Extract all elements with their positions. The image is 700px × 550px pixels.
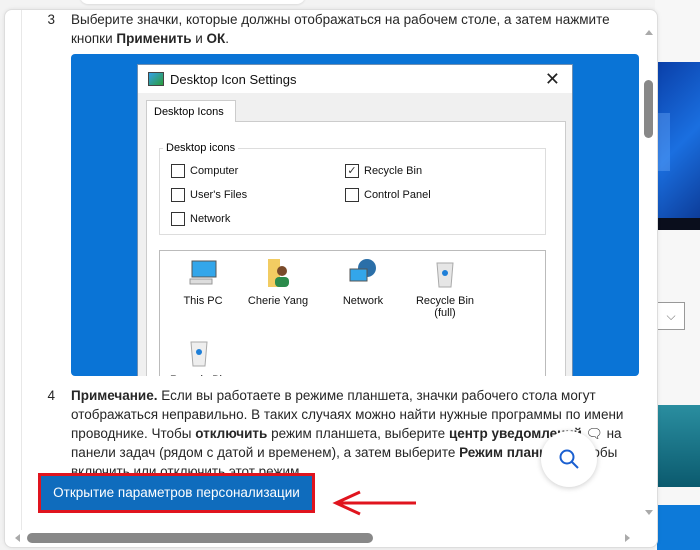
scroll-down-arrow-icon[interactable] bbox=[645, 510, 653, 515]
background-ocean-image bbox=[657, 405, 700, 487]
checkbox-computer: Computer bbox=[171, 164, 238, 178]
scroll-left-arrow-icon[interactable] bbox=[15, 534, 20, 542]
recycle-bin-full-icon bbox=[436, 262, 454, 288]
network-globe-icon bbox=[349, 259, 376, 282]
checkbox-users-files: User's Files bbox=[171, 188, 247, 202]
screenshot-image: Desktop Icon Settings ✕ Desktop Icons De… bbox=[71, 54, 639, 376]
background-image-edge bbox=[657, 218, 700, 230]
tab-desktop-icons: Desktop Icons bbox=[146, 100, 236, 122]
red-arrow-annotation bbox=[332, 490, 416, 516]
step-number: 3 bbox=[47, 12, 55, 27]
background-windows-logo bbox=[658, 113, 670, 171]
scroll-thumb[interactable] bbox=[27, 533, 373, 543]
vertical-scrollbar[interactable] bbox=[642, 20, 656, 530]
dialog-titlebar: Desktop Icon Settings ✕ bbox=[138, 65, 572, 93]
desktop-icon-recycle-empty: Recycle Bin bbox=[164, 336, 234, 376]
desktop-icon-user: Cherie Yang bbox=[243, 257, 313, 307]
desktop-icon-settings-dialog: Desktop Icon Settings ✕ Desktop Icons De… bbox=[137, 64, 573, 376]
desktop-icon-network: Network bbox=[328, 257, 398, 307]
step-text: Выберите значки, которые должны отобража… bbox=[71, 12, 610, 46]
panel-divider bbox=[21, 10, 22, 530]
monitor-icon bbox=[189, 260, 217, 285]
close-icon: ✕ bbox=[544, 68, 560, 89]
group-label: Desktop icons bbox=[163, 142, 239, 154]
checkbox-network: Network bbox=[171, 212, 230, 226]
recycle-bin-empty-icon bbox=[190, 341, 208, 367]
background-blue-tile bbox=[657, 505, 700, 550]
desktop-icon-this-pc: This PC bbox=[168, 257, 238, 307]
scroll-right-arrow-icon[interactable] bbox=[625, 534, 630, 542]
background-dropdown[interactable]: ⌵ bbox=[657, 302, 685, 330]
checkbox-control-panel: Control Panel bbox=[345, 188, 431, 202]
scroll-thumb[interactable] bbox=[644, 80, 653, 138]
search-icon bbox=[559, 449, 579, 469]
step-number: 4 bbox=[47, 388, 55, 403]
checkbox-recycle-bin: ✓ Recycle Bin bbox=[345, 164, 422, 178]
scroll-up-arrow-icon[interactable] bbox=[645, 30, 653, 35]
dialog-title: Desktop Icon Settings bbox=[170, 71, 297, 87]
top-bar-edge bbox=[80, 0, 305, 4]
icon-preview-area: This PC Cherie Yang Network Recycle Bin … bbox=[159, 250, 546, 376]
horizontal-scrollbar[interactable] bbox=[5, 530, 642, 546]
desktop-settings-icon bbox=[148, 72, 164, 86]
user-folder-icon bbox=[268, 259, 289, 287]
desktop-icon-recycle-full: Recycle Bin (full) bbox=[410, 257, 480, 319]
check-icon: ✓ bbox=[345, 164, 359, 178]
open-personalization-button[interactable]: Открытие параметров персонализации bbox=[38, 473, 315, 513]
search-button[interactable] bbox=[541, 431, 597, 487]
